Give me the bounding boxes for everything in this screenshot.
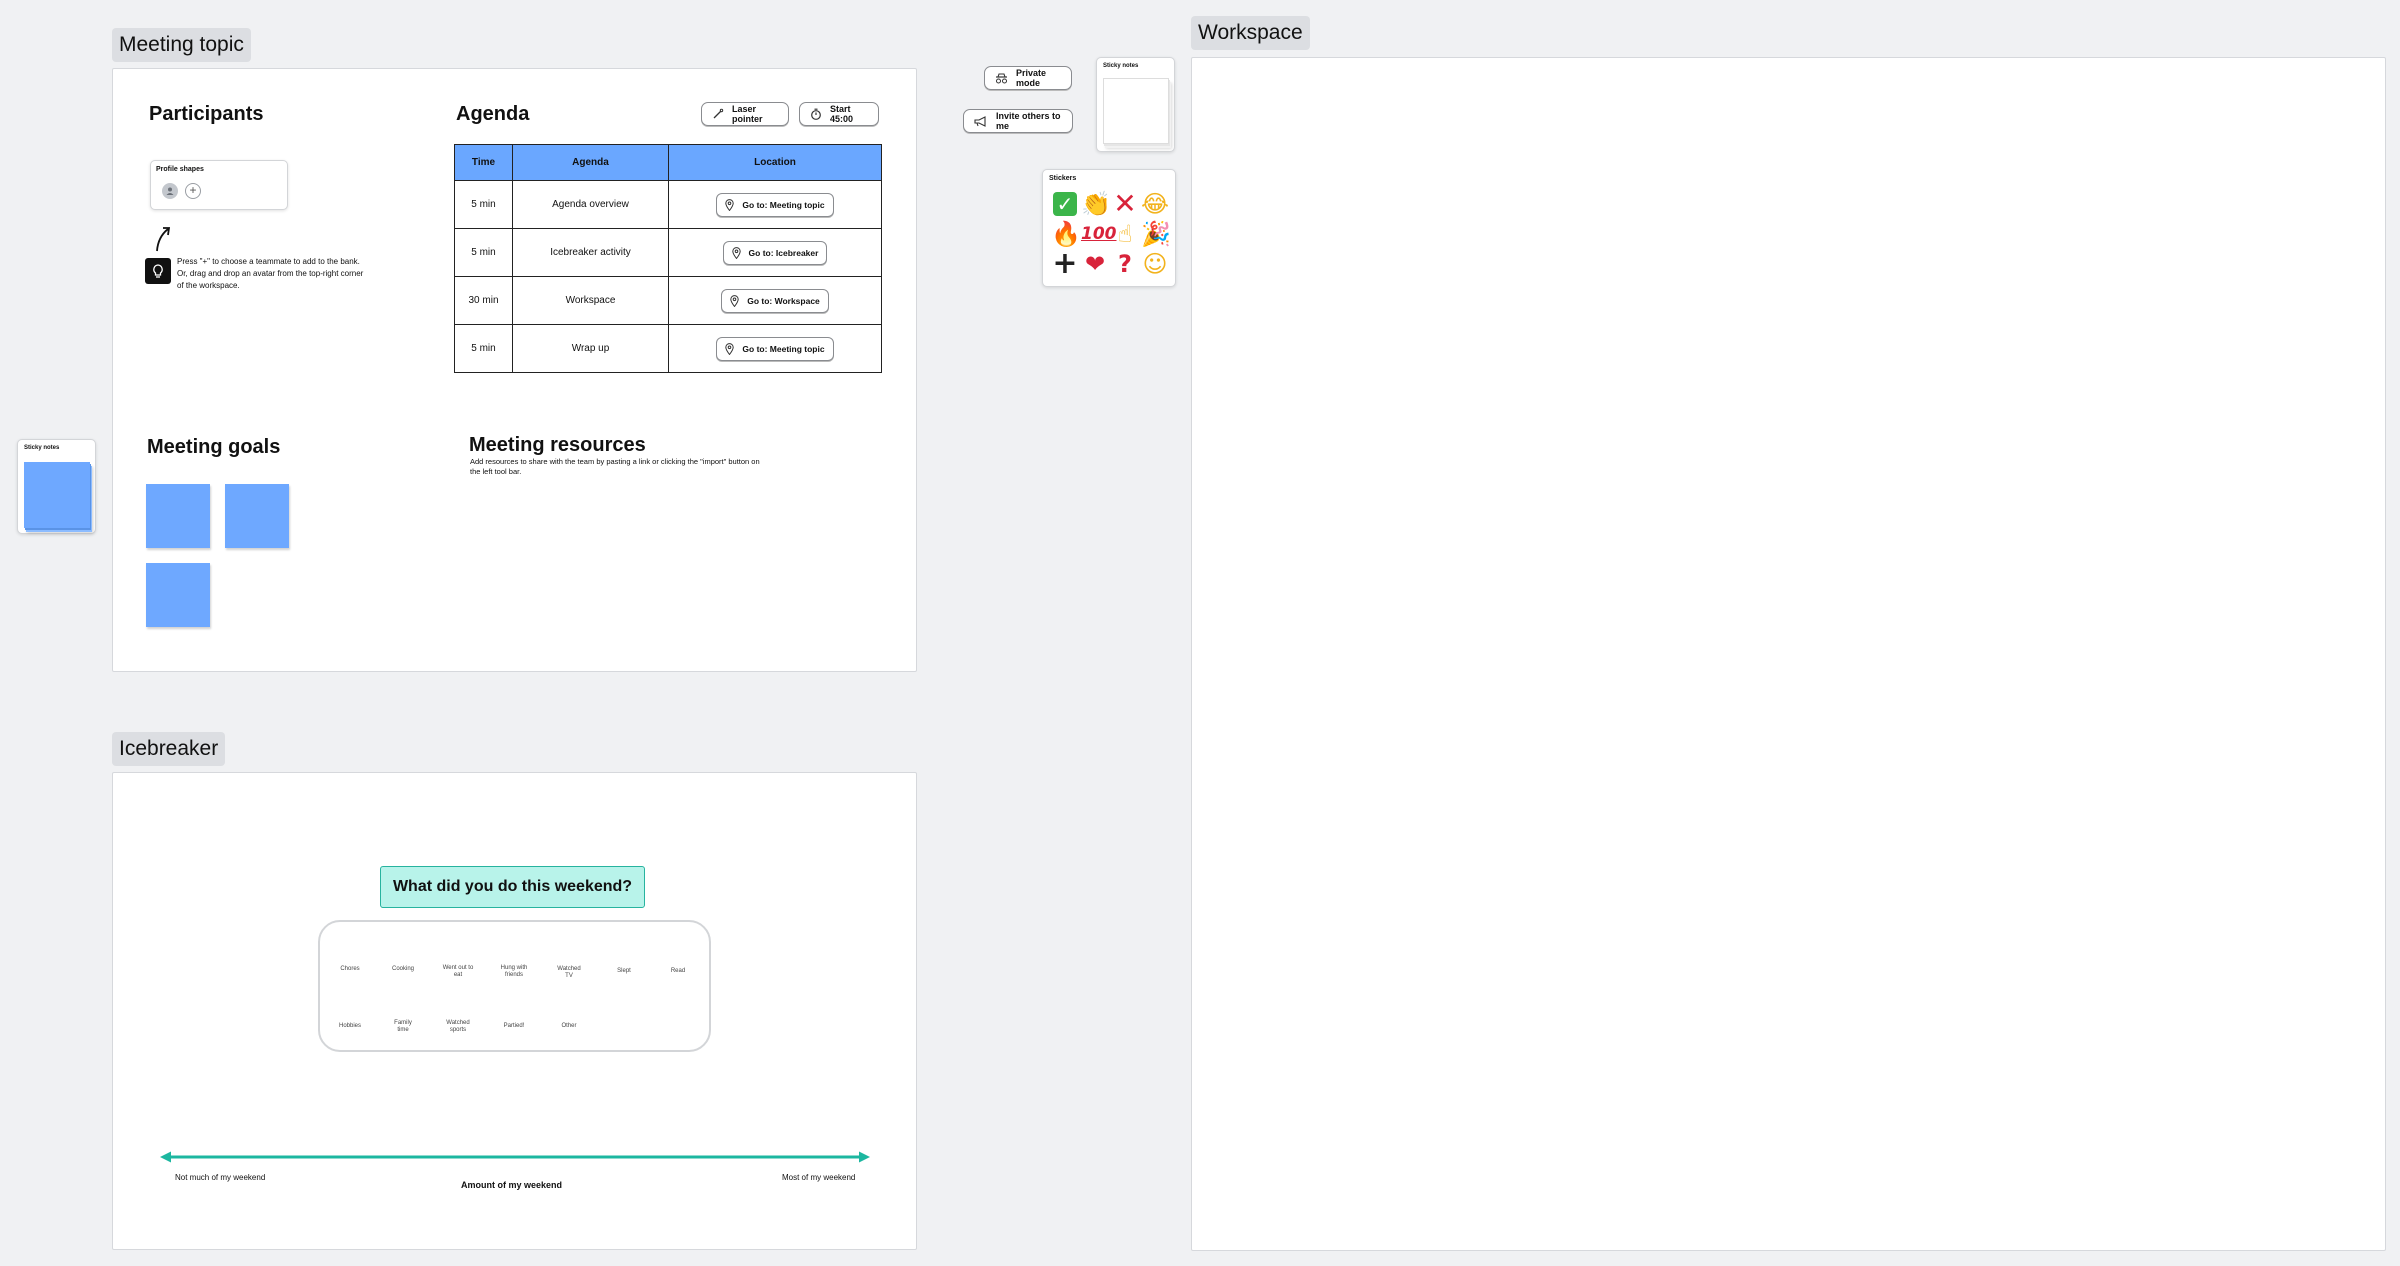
incognito-icon (996, 72, 1007, 83)
categories-box (318, 920, 711, 1052)
sticky-notes-card[interactable]: Sticky notes (1096, 57, 1175, 152)
category-label[interactable]: Other (544, 1023, 594, 1030)
scale-left-label: Not much of my weekend (175, 1173, 266, 1182)
sticky-notes-card-title: Sticky notes (1103, 63, 1139, 69)
laser-pointer-button[interactable]: Laser pointer (701, 102, 789, 126)
agenda-header-location: Location (668, 144, 882, 181)
megaphone-icon (974, 115, 986, 127)
workspace-frame[interactable] (1191, 57, 2386, 1251)
plus-icon[interactable]: + (1051, 249, 1079, 279)
goal-sticky-note[interactable] (146, 484, 210, 548)
go-to-label: Go to: Meeting topic (742, 199, 825, 210)
agenda-item: Agenda overview (512, 180, 669, 229)
table-row: 30 min Workspace Go to: Workspace (454, 276, 882, 325)
stickers-card[interactable]: Stickers ✓ 👏 ✕ 😂 🔥 100 ☝ 🎉 + ❤ ? ☺ (1042, 169, 1176, 287)
party-popper-icon[interactable]: 🎉 (1141, 220, 1171, 248)
clapping-hands-icon[interactable]: 👏 (1081, 190, 1111, 218)
category-label[interactable]: Slept (599, 968, 649, 975)
smiling-face-icon[interactable]: ☺ (1141, 250, 1169, 278)
agenda-table: Time Agenda Location 5 min Agenda overvi… (454, 144, 882, 373)
agenda-time: 5 min (454, 228, 513, 277)
tears-of-joy-icon[interactable]: 😂 (1141, 190, 1169, 218)
category-label[interactable]: Read (653, 968, 703, 975)
stickers-card-title: Stickers (1049, 175, 1077, 182)
pointing-up-icon[interactable]: ☝ (1111, 220, 1139, 248)
avatar (162, 183, 178, 199)
category-label[interactable]: Went out to eat (442, 965, 474, 979)
arrow-icon (156, 227, 171, 252)
scale-arrow (160, 1151, 870, 1163)
timer-label: Start 45:00 (830, 104, 854, 124)
invite-others-button[interactable]: Invite others to me (963, 109, 1073, 133)
location-pin-icon (730, 294, 739, 307)
category-label[interactable]: Cooking (378, 966, 428, 973)
meeting-resources-title: Meeting resources (469, 434, 646, 456)
red-question-mark-icon[interactable]: ? (1111, 250, 1139, 278)
fire-icon[interactable]: 🔥 (1051, 220, 1081, 248)
meeting-resources-text: Add resources to share with the team by … (470, 457, 760, 476)
profile-shapes-card[interactable]: Profile shapes + (150, 160, 288, 210)
goal-sticky-note[interactable] (225, 484, 289, 548)
section-label-meeting-topic[interactable]: Meeting topic (112, 28, 251, 62)
participants-hint: Press "+" to choose a teammate to add to… (177, 257, 364, 290)
location-pin-icon (725, 342, 735, 355)
table-row: 5 min Agenda overview Go to: Meeting top… (454, 180, 882, 229)
private-mode-button[interactable]: Private mode (984, 66, 1072, 90)
scale-right-label: Most of my weekend (782, 1173, 856, 1182)
go-to-icebreaker-button[interactable]: Go to: Icebreaker (722, 240, 828, 265)
sticky-note-stack[interactable] (1103, 78, 1169, 144)
go-to-meeting-topic-button[interactable]: Go to: Meeting topic (716, 336, 834, 361)
table-row: 5 min Wrap up Go to: Meeting topic (454, 324, 882, 373)
agenda-title: Agenda (456, 103, 530, 125)
laser-pointer-icon (713, 108, 724, 119)
category-label[interactable]: Partied! (489, 1023, 539, 1030)
sticky-notes-card-left[interactable]: Sticky notes (17, 439, 96, 534)
category-label[interactable]: Watched sports (443, 1020, 473, 1034)
agenda-time: 30 min (454, 276, 513, 325)
agenda-header-agenda: Agenda (512, 144, 669, 181)
agenda-item: Wrap up (512, 324, 669, 373)
category-label[interactable]: Hobbies (325, 1023, 375, 1030)
category-label[interactable]: Hung with friends (498, 965, 530, 979)
meeting-goals-title: Meeting goals (147, 436, 281, 458)
participants-title: Participants (149, 103, 264, 125)
goal-sticky-note[interactable] (146, 563, 210, 627)
private-mode-label: Private mode (1016, 68, 1047, 88)
icebreaker-question[interactable]: What did you do this weekend? (380, 866, 645, 908)
category-label[interactable]: Chores (325, 966, 375, 973)
lightbulb-icon (145, 258, 171, 284)
go-to-workspace-button[interactable]: Go to: Workspace (721, 288, 829, 313)
red-x-icon[interactable]: ✕ (1111, 190, 1139, 218)
section-label-workspace[interactable]: Workspace (1191, 16, 1310, 50)
profile-card-title: Profile shapes (156, 166, 204, 173)
go-to-label: Go to: Meeting topic (742, 343, 825, 354)
agenda-item: Workspace (512, 276, 669, 325)
check-mark-icon[interactable]: ✓ (1051, 190, 1079, 218)
location-pin-icon (731, 246, 741, 259)
category-label[interactable]: Watched TV (553, 966, 585, 980)
agenda-item: Icebreaker activity (512, 228, 669, 277)
agenda-time: 5 min (454, 180, 513, 229)
go-to-label: Go to: Workspace (747, 295, 820, 306)
invite-others-label: Invite others to me (996, 111, 1061, 131)
table-row: 5 min Icebreaker activity Go to: Icebrea… (454, 228, 882, 277)
agenda-header-row: Time Agenda Location (454, 144, 882, 181)
agenda-header-time: Time (454, 144, 513, 181)
scale-axis-label: Amount of my weekend (461, 1180, 563, 1190)
timer-button[interactable]: Start 45:00 (799, 102, 879, 126)
red-heart-icon[interactable]: ❤ (1081, 250, 1109, 278)
hundred-points-icon[interactable]: 100 (1081, 220, 1117, 248)
go-to-meeting-topic-button[interactable]: Go to: Meeting topic (716, 192, 834, 217)
sticky-notes-card-title: Sticky notes (24, 445, 60, 451)
stopwatch-icon (811, 108, 821, 120)
location-pin-icon (725, 198, 735, 211)
section-label-icebreaker[interactable]: Icebreaker (112, 732, 226, 766)
add-participant-button[interactable]: + (185, 183, 201, 199)
laser-pointer-label: Laser pointer (732, 104, 763, 124)
sticky-note-stack[interactable] (24, 462, 90, 528)
go-to-label: Go to: Icebreaker (748, 247, 819, 258)
agenda-time: 5 min (454, 324, 513, 373)
category-label[interactable]: Family time (388, 1020, 418, 1034)
